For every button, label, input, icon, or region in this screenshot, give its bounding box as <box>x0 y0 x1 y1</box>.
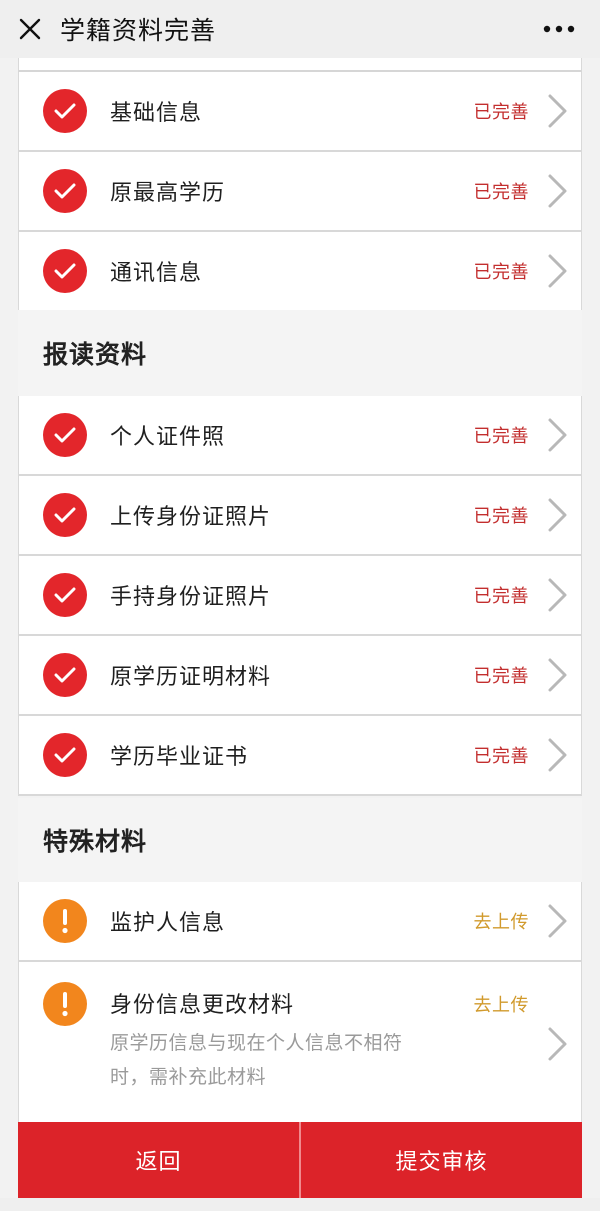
enrollment-group: 个人证件照 已完善 上传身份证照片 已完善 手持身份证照片 已完善 原学历证明材… <box>18 396 582 796</box>
page-title: 学籍资料完善 <box>60 16 217 45</box>
chevron-right-icon <box>548 658 567 692</box>
chevron-right-icon <box>548 498 567 532</box>
chevron-right-icon <box>548 418 567 452</box>
status-badge: 已完善 <box>473 746 529 767</box>
scrolled-list-edge <box>18 58 582 72</box>
check-circle-icon <box>43 573 87 617</box>
item-label: 原学历证明材料 <box>110 665 272 690</box>
status-badge: 去上传 <box>473 912 529 933</box>
bottom-safe-area <box>0 1198 600 1211</box>
list-item-graduation-certificate[interactable]: 学历毕业证书 已完善 <box>19 716 581 794</box>
submit-review-button[interactable]: 提交审核 <box>301 1122 582 1198</box>
status-badge: 去上传 <box>473 995 529 1016</box>
chevron-right-icon <box>548 904 567 938</box>
list-item-original-education[interactable]: 原最高学历 已完善 <box>19 152 581 232</box>
list-item-contact-info[interactable]: 通讯信息 已完善 <box>19 232 581 310</box>
status-badge: 已完善 <box>473 102 529 123</box>
close-icon <box>19 18 41 40</box>
chevron-right-icon <box>548 1027 567 1061</box>
item-label: 通讯信息 <box>110 261 203 286</box>
status-badge: 已完善 <box>473 666 529 687</box>
chevron-right-icon <box>548 174 567 208</box>
item-label: 上传身份证照片 <box>110 505 272 530</box>
check-circle-icon <box>43 413 87 457</box>
item-description: 原学历信息与现在个人信息不相符时，需补充此材料 <box>110 1032 403 1088</box>
status-badge: 已完善 <box>473 506 529 527</box>
item-label: 监护人信息 <box>110 911 226 936</box>
list-item-education-proof[interactable]: 原学历证明材料 已完善 <box>19 636 581 716</box>
list-item-identity-change-materials[interactable]: 身份信息更改材料 去上传 原学历信息与现在个人信息不相符时，需补充此材料 <box>19 962 581 1122</box>
status-badge: 已完善 <box>473 182 529 203</box>
list-item-basic-info[interactable]: 基础信息 已完善 <box>19 72 581 152</box>
basic-info-group: 基础信息 已完善 原最高学历 已完善 通讯信息 已完善 <box>18 72 582 310</box>
chevron-right-icon <box>548 254 567 288</box>
check-circle-icon <box>43 733 87 777</box>
status-badge: 已完善 <box>473 586 529 607</box>
more-dots-icon <box>543 25 575 33</box>
exclamation-circle-icon <box>43 899 87 943</box>
more-button[interactable] <box>534 0 584 58</box>
check-circle-icon <box>43 653 87 697</box>
chevron-right-icon <box>548 578 567 612</box>
section-header-special-materials: 特殊材料 <box>18 798 582 882</box>
list-item-id-photo[interactable]: 个人证件照 已完善 <box>19 396 581 476</box>
chevron-right-icon <box>548 94 567 128</box>
section-header-enrollment: 报读资料 <box>18 310 582 396</box>
special-materials-group: 监护人信息 去上传 身份信息更改材料 去上传 原学历信息与现在个人信息不相符时，… <box>18 882 582 1122</box>
item-label: 学历毕业证书 <box>110 745 249 770</box>
status-badge: 已完善 <box>473 426 529 447</box>
back-button[interactable]: 返回 <box>18 1122 299 1198</box>
list-item-handheld-id-photo[interactable]: 手持身份证照片 已完善 <box>19 556 581 636</box>
item-label: 个人证件照 <box>110 425 226 450</box>
item-label: 身份信息更改材料 <box>110 993 295 1018</box>
item-label: 手持身份证照片 <box>110 585 272 610</box>
check-circle-icon <box>43 493 87 537</box>
item-label: 基础信息 <box>110 101 203 126</box>
close-button[interactable] <box>0 0 60 58</box>
list-item-guardian-info[interactable]: 监护人信息 去上传 <box>19 882 581 962</box>
status-badge: 已完善 <box>473 262 529 283</box>
list-item-upload-id-card[interactable]: 上传身份证照片 已完善 <box>19 476 581 556</box>
exclamation-circle-icon <box>43 982 87 1026</box>
check-circle-icon <box>43 249 87 293</box>
top-bar: 学籍资料完善 <box>0 0 600 58</box>
bottom-action-bar: 返回 提交审核 <box>18 1122 582 1198</box>
check-circle-icon <box>43 169 87 213</box>
check-circle-icon <box>43 89 87 133</box>
chevron-right-icon <box>548 738 567 772</box>
item-label: 原最高学历 <box>110 181 226 206</box>
